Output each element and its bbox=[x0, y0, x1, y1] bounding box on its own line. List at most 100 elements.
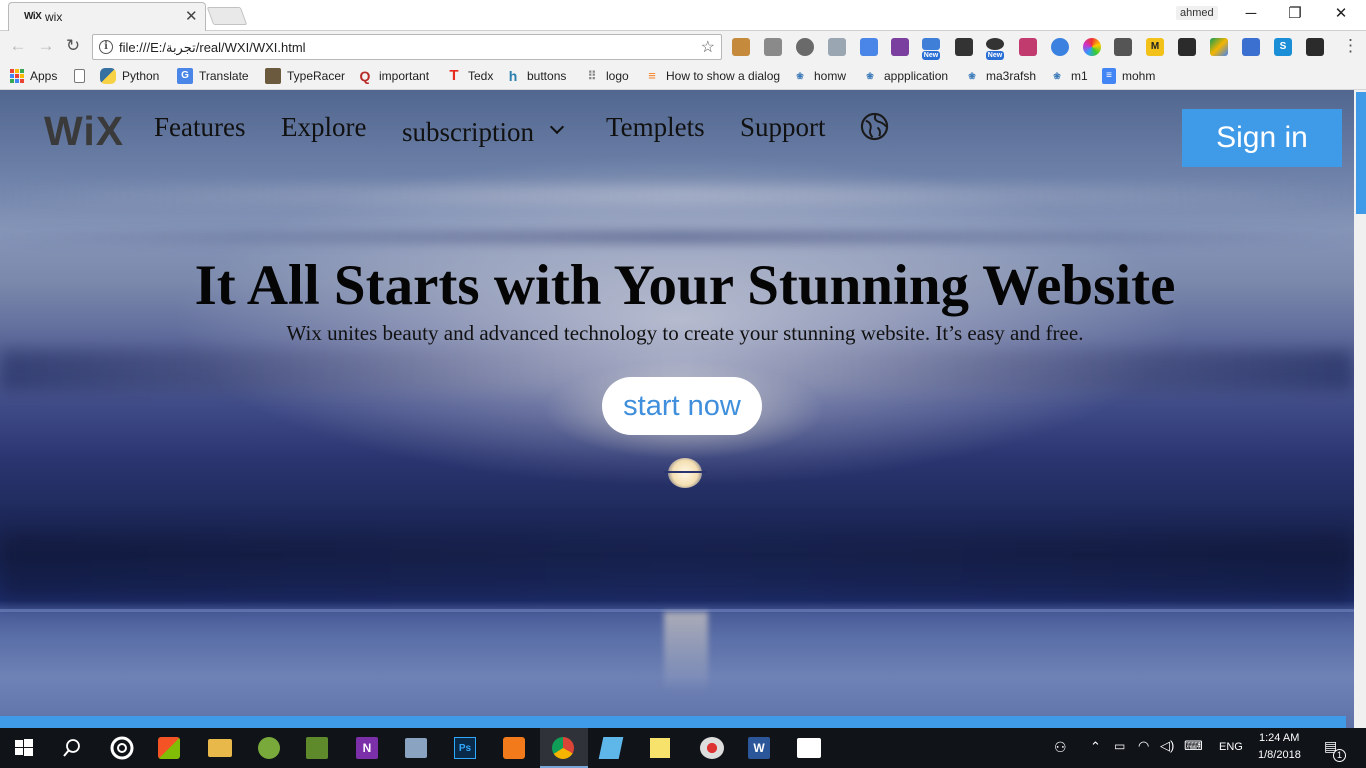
bookmark-homw[interactable]: ❀ homw bbox=[792, 67, 846, 85]
bookmark-translate[interactable]: G Translate bbox=[177, 67, 249, 85]
store-icon[interactable] bbox=[158, 737, 180, 759]
extension-eyedropper-icon[interactable] bbox=[1114, 38, 1132, 56]
bookmark-page[interactable] bbox=[74, 67, 85, 85]
keyboard-icon[interactable]: ⌨ bbox=[1184, 738, 1203, 754]
bookmark-m1[interactable]: ❀ m1 bbox=[1049, 67, 1088, 85]
extension-evernote-icon[interactable] bbox=[1178, 38, 1196, 56]
sign-in-button[interactable]: Sign in bbox=[1182, 109, 1342, 167]
cortana-icon[interactable] bbox=[108, 734, 136, 762]
bookmark-dialog[interactable]: ≡ How to show a dialog bbox=[644, 67, 782, 85]
back-arrow-icon[interactable]: ← bbox=[8, 36, 28, 56]
bookmark-apps[interactable]: Apps bbox=[10, 67, 57, 85]
people-icon[interactable]: ⚇ bbox=[1054, 739, 1067, 756]
volume-icon[interactable]: ◁) bbox=[1160, 738, 1174, 754]
extension-download-icon[interactable] bbox=[1051, 38, 1069, 56]
extension-drive-icon[interactable] bbox=[1210, 38, 1228, 56]
show-hidden-icons-icon[interactable]: ⌃ bbox=[1090, 739, 1101, 755]
battery-icon[interactable]: ▭ bbox=[1114, 739, 1125, 753]
bookmark-mohm[interactable]: ≡ mohm bbox=[1102, 67, 1155, 85]
minimize-button[interactable]: ─ bbox=[1228, 2, 1274, 26]
profile-name[interactable]: ahmed bbox=[1176, 6, 1218, 20]
nav-subscription[interactable]: subscription bbox=[402, 117, 534, 148]
bookmark-label: m1 bbox=[1071, 69, 1088, 83]
clock-date[interactable]: 1/8/2018 bbox=[1258, 749, 1301, 761]
address-bar[interactable]: i file:///E:/تجربة/real/WXI/WXI.html ☆ bbox=[92, 34, 722, 60]
extension-s-icon[interactable]: S bbox=[1274, 38, 1292, 56]
address-url[interactable]: file:///E:/تجربة/real/WXI/WXI.html bbox=[119, 40, 306, 56]
bookmark-tedx[interactable]: T Tedx bbox=[446, 67, 493, 85]
reload-icon[interactable]: ↻ bbox=[63, 36, 83, 56]
clock-time[interactable]: 1:24 AM bbox=[1259, 732, 1299, 744]
scrollbar-thumb[interactable] bbox=[1356, 92, 1366, 214]
site-info-icon[interactable]: i bbox=[99, 40, 113, 54]
restore-button[interactable]: ❐ bbox=[1272, 2, 1318, 26]
extension-colorwheel-icon[interactable] bbox=[1083, 38, 1101, 56]
windows-start-icon[interactable] bbox=[10, 734, 38, 762]
extension-bulb-icon[interactable] bbox=[796, 38, 814, 56]
bookmark-star-icon[interactable]: ☆ bbox=[701, 37, 715, 57]
chevron-down-icon[interactable] bbox=[549, 119, 565, 135]
extension-speed-icon[interactable] bbox=[986, 38, 1004, 50]
paint-icon[interactable] bbox=[700, 737, 724, 759]
extension-calendar-icon[interactable] bbox=[1242, 38, 1260, 56]
extension-news-icon[interactable] bbox=[922, 38, 940, 50]
nav-templets[interactable]: Templets bbox=[606, 112, 705, 143]
bookmark-typeracer[interactable]: TypeRacer bbox=[265, 67, 345, 85]
sticky-notes-icon[interactable] bbox=[650, 738, 670, 758]
bookmark-logo[interactable]: ⠿ logo bbox=[584, 67, 629, 85]
language-indicator[interactable]: ENG bbox=[1219, 741, 1243, 753]
extension-dropbox-icon[interactable] bbox=[828, 38, 846, 56]
wifi-icon[interactable]: ◠ bbox=[1138, 738, 1149, 754]
sea-reflection bbox=[664, 612, 708, 692]
bookmark-label: TypeRacer bbox=[287, 69, 346, 83]
bookmark-label: Python bbox=[122, 69, 160, 83]
notes-app-icon[interactable] bbox=[598, 737, 624, 759]
onenote-icon[interactable]: N bbox=[356, 737, 378, 759]
photoshop-icon[interactable]: Ps bbox=[454, 737, 476, 759]
uwc-icon: ❀ bbox=[968, 71, 976, 81]
extension-m-icon[interactable]: M bbox=[1146, 38, 1164, 56]
browser-tab[interactable]: WiX wix ✕ bbox=[8, 2, 206, 31]
extension-key-icon[interactable] bbox=[732, 38, 750, 56]
bookmark-label: important bbox=[379, 69, 430, 83]
bookmark-label: Apps bbox=[30, 69, 58, 83]
extension-translate-icon[interactable] bbox=[860, 38, 878, 56]
extension-film-icon[interactable] bbox=[955, 38, 973, 56]
forward-arrow-icon[interactable]: → bbox=[36, 36, 56, 56]
new-tab-button[interactable] bbox=[206, 7, 248, 25]
wix-logo[interactable]: WiX bbox=[44, 108, 124, 155]
nav-explore[interactable]: Explore bbox=[281, 112, 366, 143]
bookmark-buttons[interactable]: h buttons bbox=[505, 67, 567, 85]
bookmark-label: logo bbox=[606, 69, 629, 83]
start-now-button[interactable]: start now bbox=[602, 377, 762, 435]
file-explorer-icon[interactable] bbox=[208, 739, 232, 757]
bookmark-python[interactable]: Python bbox=[100, 67, 159, 85]
photos-icon[interactable] bbox=[797, 738, 821, 758]
bookmark-ma3rafsh[interactable]: ❀ ma3rafsh bbox=[964, 67, 1036, 85]
extension-pen-icon[interactable] bbox=[1019, 38, 1037, 56]
bookmark-appplication[interactable]: ❀ appplication bbox=[862, 67, 948, 85]
search-icon[interactable] bbox=[58, 734, 86, 762]
uwc-icon: ❀ bbox=[796, 71, 804, 81]
globe-icon[interactable] bbox=[860, 112, 889, 141]
chrome-icon[interactable] bbox=[552, 737, 574, 759]
chart-app-icon[interactable] bbox=[306, 737, 328, 759]
extension-onenote-icon[interactable] bbox=[891, 38, 909, 56]
nav-features[interactable]: Features bbox=[154, 112, 245, 143]
bookmarks-bar: Apps Python G Translate TypeRacer Q impo… bbox=[0, 62, 1366, 90]
browser-toolbar: ← → ↻ i file:///E:/تجربة/real/WXI/WXI.ht… bbox=[0, 31, 1366, 62]
close-window-button[interactable]: ✕ bbox=[1318, 2, 1364, 26]
extension-new-badge: New bbox=[922, 51, 940, 60]
tab-close-icon[interactable]: ✕ bbox=[185, 7, 198, 25]
android-studio-icon[interactable] bbox=[258, 737, 280, 759]
hero-subtitle: Wix unites beauty and advanced technolog… bbox=[286, 321, 1084, 345]
bookmark-important[interactable]: Q important bbox=[357, 67, 429, 85]
extension-camera-icon[interactable] bbox=[764, 38, 782, 56]
xampp-icon[interactable] bbox=[503, 737, 525, 759]
extension-shield-icon[interactable] bbox=[1306, 38, 1324, 56]
quora-icon: Q bbox=[359, 68, 371, 84]
chrome-menu-icon[interactable]: ⋮ bbox=[1342, 36, 1359, 56]
control-panel-icon[interactable] bbox=[405, 738, 427, 758]
nav-support[interactable]: Support bbox=[740, 112, 826, 143]
word-icon[interactable]: W bbox=[748, 737, 770, 759]
